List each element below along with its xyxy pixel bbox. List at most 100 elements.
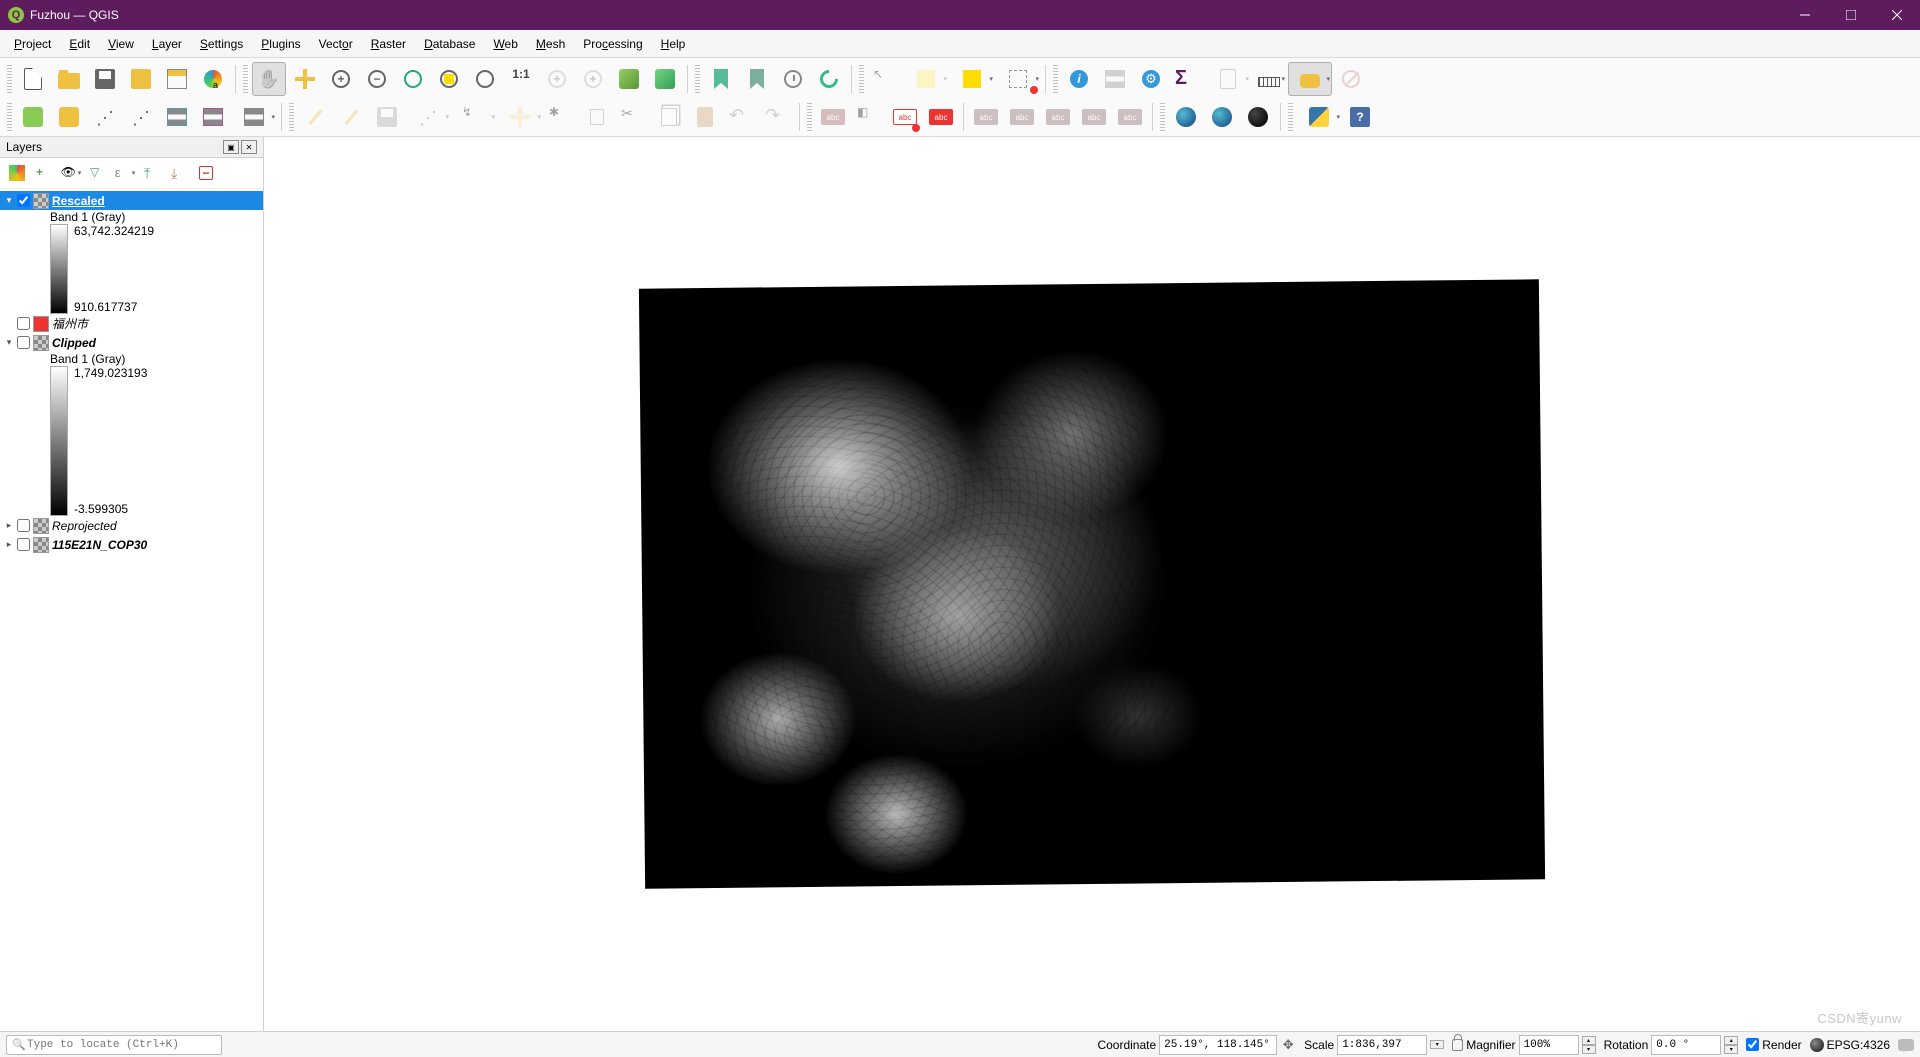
move-label-button[interactable]	[1005, 100, 1039, 134]
layer-checkbox[interactable]	[17, 336, 30, 349]
map-canvas[interactable]: CSDN寄yunw	[264, 137, 1920, 1031]
magnifier-value[interactable]	[1519, 1035, 1579, 1055]
temporal-controller-button[interactable]	[776, 62, 810, 96]
filter-legend-button[interactable]	[85, 161, 111, 185]
measure-button[interactable]: ▾	[1252, 62, 1286, 96]
toolbar-grip[interactable]	[807, 103, 812, 131]
current-edits-button[interactable]	[298, 100, 332, 134]
manage-visibility-button[interactable]	[58, 161, 84, 185]
select-arrow-button[interactable]: ↖	[868, 62, 902, 96]
change-label-button[interactable]	[1077, 100, 1111, 134]
toggle-editing-button[interactable]	[334, 100, 368, 134]
identify-button[interactable]	[1062, 62, 1096, 96]
pan-button[interactable]	[252, 62, 286, 96]
new-shapefile-button[interactable]	[88, 100, 122, 134]
filter-expression-button[interactable]	[112, 161, 138, 185]
layer-checkbox[interactable]	[17, 194, 30, 207]
new-virtual-layer-button[interactable]	[196, 100, 230, 134]
menu-layer[interactable]: Layer	[144, 33, 190, 55]
label-button[interactable]	[816, 100, 850, 134]
caret-icon[interactable]: ▾	[4, 195, 14, 206]
select-features-button[interactable]: ▾	[904, 62, 948, 96]
refresh-button[interactable]	[812, 62, 846, 96]
save-edits-button[interactable]	[370, 100, 404, 134]
layer-clipped[interactable]: ▾ Clipped	[0, 333, 263, 352]
undo-button[interactable]	[724, 100, 758, 134]
deselect-button[interactable]: ▾	[996, 62, 1040, 96]
layer-fuzhou[interactable]: 福州市	[0, 314, 263, 333]
locator-input[interactable]	[27, 1039, 217, 1051]
pin-labels-button[interactable]	[924, 100, 958, 134]
show-bookmarks-button[interactable]	[740, 62, 774, 96]
new-map-view-button[interactable]	[612, 62, 646, 96]
menu-mesh[interactable]: Mesh	[528, 33, 573, 55]
menu-project[interactable]: Project	[6, 33, 59, 55]
caret-icon[interactable]: ▸	[4, 539, 14, 550]
layout-manager-button[interactable]	[160, 62, 194, 96]
help-button[interactable]	[1343, 100, 1377, 134]
new-project-button[interactable]	[16, 62, 50, 96]
menu-help[interactable]: Help	[653, 33, 694, 55]
new-spatialite-button[interactable]	[160, 100, 194, 134]
menu-processing[interactable]: Processing	[575, 33, 650, 55]
add-feature-button[interactable]: ▾	[406, 100, 450, 134]
toolbar-grip[interactable]	[289, 103, 294, 131]
panel-undock-button[interactable]: ▣	[223, 140, 239, 154]
toolbar-grip[interactable]	[1160, 103, 1165, 131]
panel-close-button[interactable]: ✕	[241, 140, 257, 154]
open-project-button[interactable]	[52, 62, 86, 96]
add-group-button[interactable]	[31, 161, 57, 185]
collapse-all-button[interactable]	[166, 161, 192, 185]
close-button[interactable]	[1874, 0, 1920, 30]
zoom-next-button[interactable]	[576, 62, 610, 96]
new-geopackage-button[interactable]	[124, 100, 158, 134]
coordinate-value[interactable]	[1159, 1035, 1277, 1055]
menu-raster[interactable]: Raster	[363, 33, 414, 55]
add-vector-layer-button[interactable]	[16, 100, 50, 134]
delete-selected-button[interactable]	[580, 100, 614, 134]
menu-vector[interactable]: Vector	[311, 33, 361, 55]
diagram-button[interactable]: ◧	[852, 100, 886, 134]
copy-features-button[interactable]	[652, 100, 686, 134]
crs-button[interactable]: EPSG:4326	[1810, 1038, 1890, 1052]
rotation-value[interactable]	[1651, 1035, 1721, 1055]
toolbar-grip[interactable]	[859, 65, 864, 93]
toolbar-grip[interactable]	[7, 103, 12, 131]
show-labels-button[interactable]	[969, 100, 1003, 134]
scale-value[interactable]	[1337, 1035, 1427, 1055]
no-action-button[interactable]	[1334, 62, 1368, 96]
vertex-tool-button[interactable]: ✱	[544, 100, 578, 134]
pan-to-selection-button[interactable]	[288, 62, 322, 96]
layer-rescaled[interactable]: ▾ Rescaled	[0, 191, 263, 210]
plugin-globe-button[interactable]	[1205, 100, 1239, 134]
lock-icon[interactable]	[1452, 1039, 1463, 1051]
locator[interactable]	[6, 1035, 222, 1055]
remove-layer-button[interactable]	[193, 161, 219, 185]
render-checkbox[interactable]	[1746, 1038, 1759, 1051]
python-console-button[interactable]: ▾	[1297, 100, 1341, 134]
scale-dropdown[interactable]: ▾	[1430, 1040, 1444, 1049]
stats-button[interactable]: Σ	[1170, 62, 1204, 96]
zoom-in-button[interactable]	[324, 62, 358, 96]
new-3d-view-button[interactable]	[648, 62, 682, 96]
zoom-out-button[interactable]	[360, 62, 394, 96]
expand-all-button[interactable]	[139, 161, 165, 185]
field-calc-button[interactable]: ▾	[1206, 62, 1250, 96]
paste-features-button[interactable]	[688, 100, 722, 134]
zoom-selection-button[interactable]	[432, 62, 466, 96]
rotation-spinner[interactable]: ▴▾	[1724, 1036, 1738, 1054]
caret-icon[interactable]: ▾	[4, 337, 14, 348]
redo-button[interactable]	[760, 100, 794, 134]
toolbar-grip[interactable]	[1053, 65, 1058, 93]
metasearch-button[interactable]	[1169, 100, 1203, 134]
toolbar-grip[interactable]	[695, 65, 700, 93]
menu-view[interactable]: View	[100, 33, 142, 55]
toolbox-button[interactable]	[1134, 62, 1168, 96]
minimize-button[interactable]	[1782, 0, 1828, 30]
menu-edit[interactable]: Edit	[61, 33, 98, 55]
add-raster-layer-button[interactable]	[52, 100, 86, 134]
label-props-button[interactable]	[1113, 100, 1147, 134]
zoom-last-button[interactable]	[540, 62, 574, 96]
maximize-button[interactable]	[1828, 0, 1874, 30]
rotate-label-button[interactable]	[1041, 100, 1075, 134]
